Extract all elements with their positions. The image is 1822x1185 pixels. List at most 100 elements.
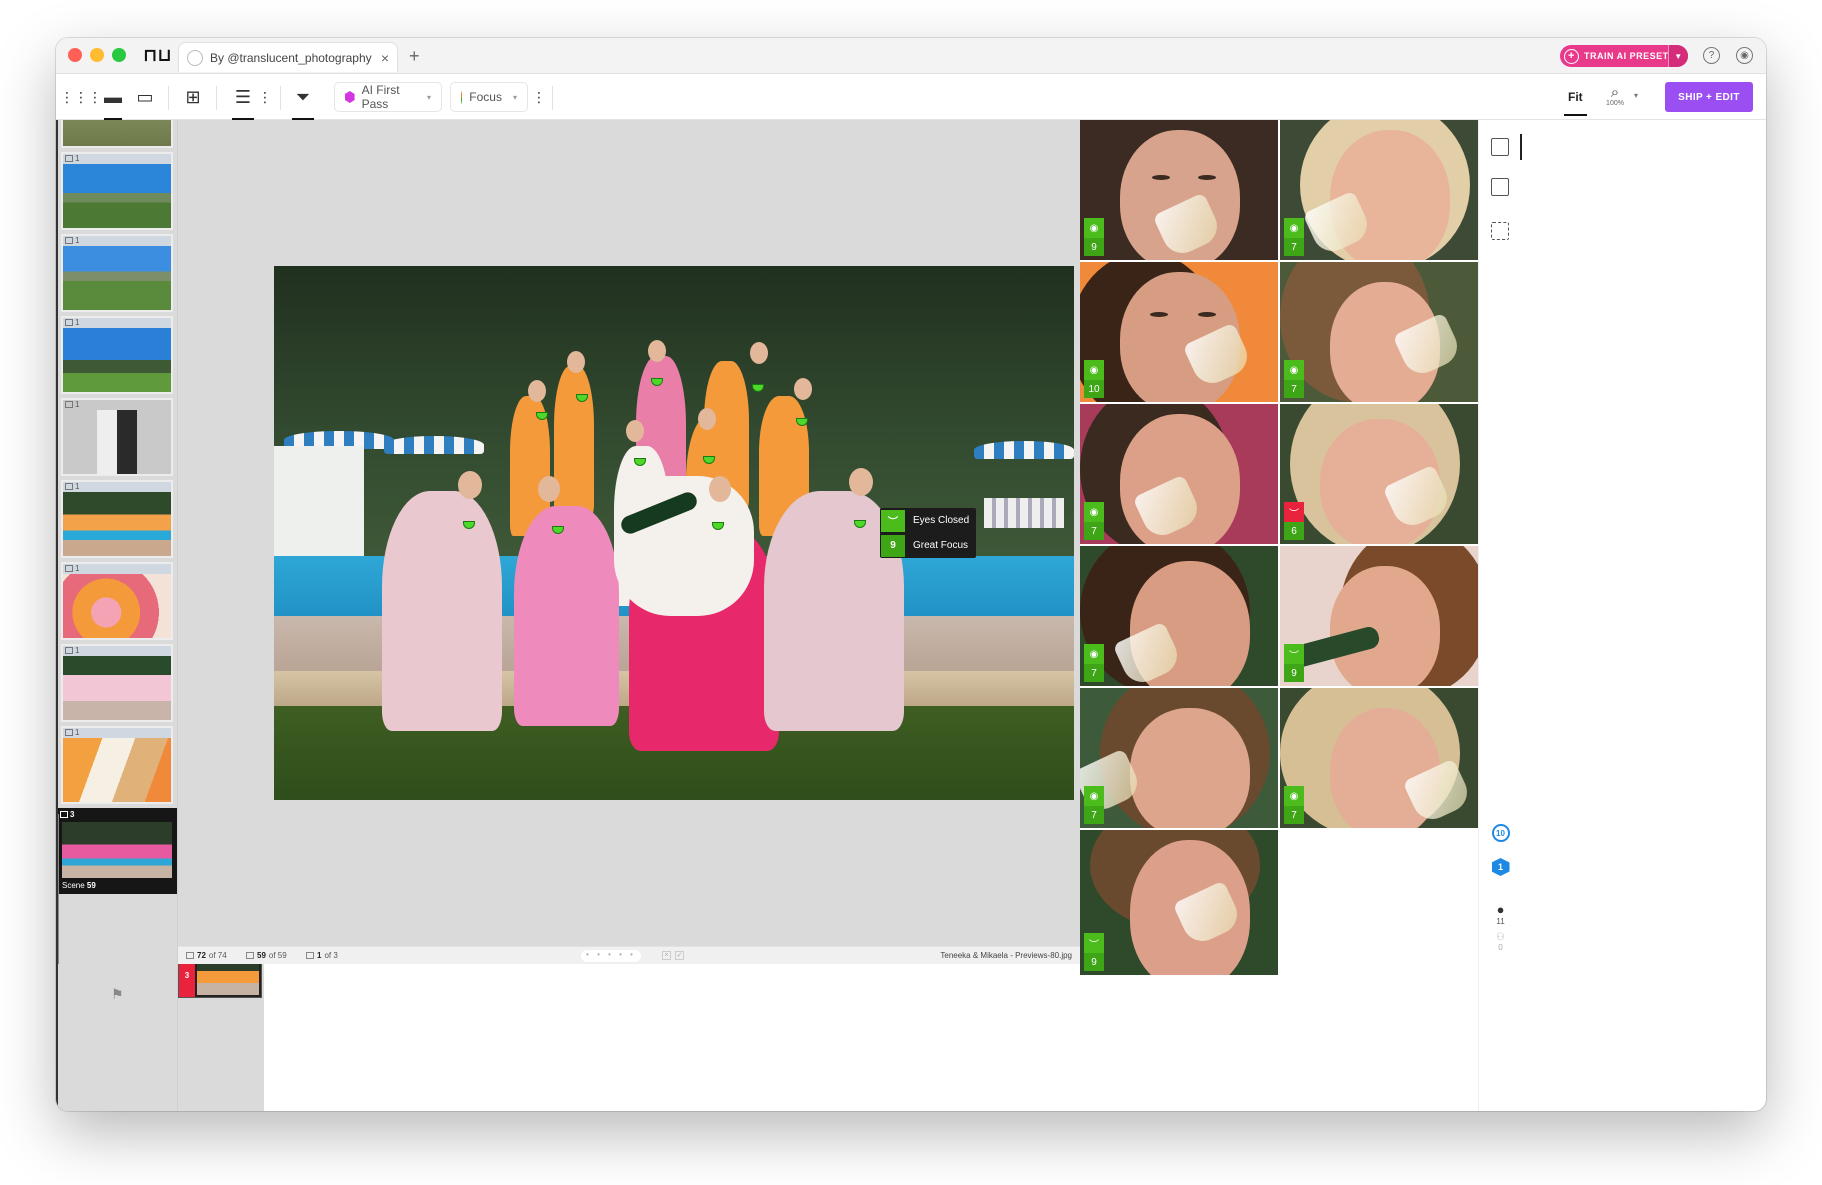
face-score-badge: ◉ 7 [1084,786,1104,824]
face-closeup[interactable]: ◉ 7 [1280,688,1478,828]
zoom-chevron-down-icon[interactable]: ▾ [1634,91,1638,100]
face-score-badge: ◉ 7 [1084,502,1104,540]
ai-first-pass-dropdown[interactable]: AI First Pass ▾ [334,82,442,112]
scene-thumbnail[interactable] [61,120,173,148]
scene-count-badge: 1 [65,564,79,573]
filter-icon[interactable]: ⏷ [290,82,316,120]
scene-thumbnail[interactable]: 1 [61,726,173,804]
scene-thumbnail-active[interactable]: 3 Scene 59 [56,808,177,894]
face-closeup[interactable]: ◉ 7 [1280,262,1478,402]
main-canvas[interactable]: ︶ Eyes Closed 9 Great Focus [178,120,1080,946]
scene-thumbnail[interactable]: 1 [61,234,173,312]
ai-first-pass-label: AI First Pass [361,83,400,111]
close-window-button[interactable] [68,48,82,62]
focus-label: Focus [469,90,502,104]
image-icon [65,565,73,572]
face-score: 9 [1084,953,1104,971]
scene-thumbnail[interactable]: 1 [61,562,173,640]
face-score: 6 [1284,522,1304,540]
group-count-indicator[interactable]: 1 [1491,858,1510,876]
face-closeup[interactable]: ◉ 7 [1080,546,1278,686]
tab-close-icon[interactable]: × [381,50,389,66]
eye-open-icon: ◉ [1084,786,1104,806]
layers-icon [306,952,314,959]
grid-view-icon[interactable]: ⋮⋮⋮ [60,82,102,112]
scene-count-badge: 3 [60,810,74,819]
left-edge-highlight [56,120,58,1111]
scene-thumbnail[interactable]: 1 [61,480,173,558]
plus-icon: + [1564,48,1579,64]
image-panel-icon[interactable] [1491,178,1509,196]
group-people-icon: ⚇ [1496,932,1505,943]
ship-edit-button[interactable]: SHIP + EDIT [1665,82,1753,112]
face-score-badge: ︶ 6 [1284,502,1304,540]
face-closeup[interactable]: ◉ 7 [1280,120,1478,260]
rating-dots[interactable]: • • • • • [581,950,641,962]
face-tooltip: ︶ Eyes Closed 9 Great Focus [880,508,976,558]
scene-label: Scene 59 [62,881,96,890]
scene-count-badge: 1 [65,154,79,163]
train-ai-preset-button[interactable]: + TRAIN AI PRESET ▼ [1560,45,1688,67]
image-icon [65,647,73,654]
zoom-value: 100% [1606,100,1624,107]
loupe-view-icon[interactable]: ▬ [102,82,124,120]
chevron-down-icon: ▾ [426,92,431,102]
scene-count-badge: 1 [65,646,79,655]
face-closeup[interactable]: ︶ 6 [1280,404,1478,544]
eye-open-icon: ◉ [1284,218,1304,238]
face-count-indicator[interactable]: 10 [1491,824,1510,842]
face-score: 7 [1284,380,1304,398]
eye-open-icon: ◉ [1084,360,1104,380]
face-score: 9 [1084,238,1104,256]
train-ai-preset-label: TRAIN AI PRESET [1584,51,1669,61]
image-icon [186,952,194,959]
crop-panel-icon[interactable] [1491,222,1509,240]
maximize-window-button[interactable] [112,48,126,62]
people-count-indicator[interactable]: ● 11 [1491,902,1510,926]
fit-zoom-button[interactable]: Fit [1564,90,1587,116]
face-score-badge: ︶ 9 [1084,933,1104,971]
new-tab-button[interactable]: + [409,46,420,67]
eyes-closed-row: ︶ Eyes Closed [880,508,976,533]
filmstrip-view-icon[interactable]: ▭ [134,82,156,112]
account-icon[interactable]: ◉ [1736,47,1753,64]
face-closeup[interactable]: ◉ 9 [1080,120,1278,260]
scenes-sidebar[interactable]: 1 1 1 1 1 1 1 1 3 Scene 59 ⚑ [56,120,178,1111]
face-score: 9 [1284,664,1304,682]
face-closeup[interactable]: ◉ 7 [1080,688,1278,828]
compare-view-icon[interactable]: ⊞ [182,82,204,112]
zoom-control[interactable]: ⌕ 100% [1604,84,1626,107]
focus-score: 9 [881,534,905,557]
group-people-indicator[interactable]: ⚇ 0 [1491,932,1510,952]
list-view-icon[interactable]: ☰ [230,82,256,120]
face-closeup[interactable]: ︶ 9 [1280,546,1478,686]
eye-open-icon: ◉ [1084,644,1104,664]
face-closeup[interactable]: ◉ 10 [1080,262,1278,402]
face-score: 7 [1284,238,1304,256]
project-tab[interactable]: By @translucent_photography (... × [178,42,398,72]
chevron-down-icon: ▾ [512,92,517,102]
more-options-icon[interactable]: ⋮ [532,82,546,112]
pick-icon[interactable]: ✓ [675,951,684,960]
view-options-icon[interactable]: ⋮ [258,82,272,112]
scene-thumbnail[interactable]: 1 [61,644,173,722]
eye-closed-red-icon: ︶ [1284,502,1304,522]
help-icon[interactable]: ? [1703,47,1720,64]
face-closeup[interactable]: ︶ 9 [1080,830,1278,975]
scene-thumbnail[interactable]: 1 [61,152,173,230]
scene-position: 59 of 59 [246,951,287,960]
focus-dropdown[interactable]: Focus ▾ [450,82,528,112]
face-score: 7 [1084,522,1104,540]
image-icon [65,155,73,162]
face-closeup[interactable]: ◉ 7 [1080,404,1278,544]
eye-open-icon: ◉ [1284,360,1304,380]
focus-color-icon [461,90,463,104]
train-dropdown-caret-icon[interactable]: ▼ [1668,45,1688,67]
scene-thumbnail[interactable]: 1 [61,398,173,476]
reject-icon[interactable]: × [662,951,671,960]
group-hex-icon: 1 [1491,858,1510,876]
faces-panel-icon[interactable] [1491,138,1509,156]
minimize-window-button[interactable] [90,48,104,62]
scene-count-badge: 1 [65,318,79,327]
scene-thumbnail[interactable]: 1 [61,316,173,394]
